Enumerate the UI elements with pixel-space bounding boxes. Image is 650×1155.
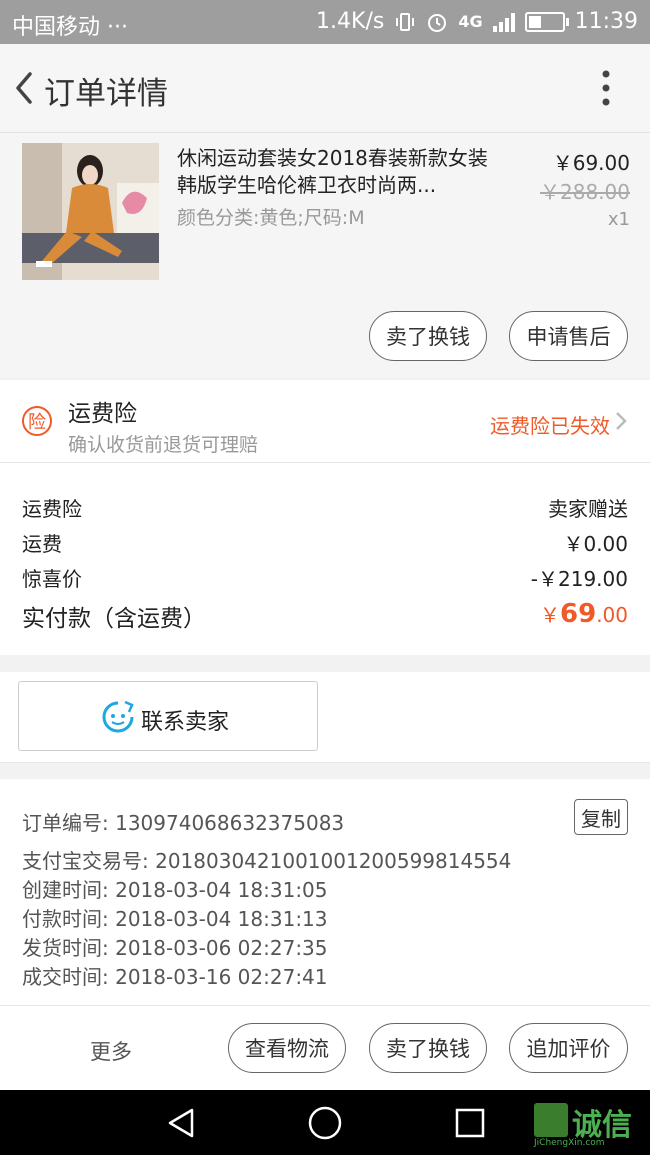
nav-recents-icon[interactable] [453, 1106, 487, 1140]
total-decimal: .00 [596, 603, 628, 627]
insurance-icon: 险 [22, 406, 52, 436]
back-arrow-icon[interactable] [6, 64, 46, 112]
insurance-subtitle: 确认收货前退货可理赔 [68, 434, 259, 456]
chevron-right-icon [616, 412, 627, 430]
product-card[interactable]: 休闲运动套装女2018春装新款女装韩版学生哈伦裤卫衣时尚两... 颜色分类:黄色… [0, 133, 650, 378]
insurance-title: 运费险 [68, 401, 137, 427]
nav-back-icon[interactable] [164, 1106, 198, 1140]
page-title: 订单详情 [44, 76, 168, 112]
fee-label: 运费 [22, 532, 62, 556]
carrier-label: 中国移动 ··· [12, 15, 128, 40]
system-nav-bar: 诚信 JiChengXin.com [0, 1090, 650, 1155]
product-image[interactable] [22, 143, 159, 280]
shipped-time: 发货时间: 2018-03-06 02:27:35 [22, 936, 328, 960]
order-number: 订单编号: 1309740686323750​83 [22, 811, 345, 835]
copy-button[interactable]: 复制 [574, 799, 628, 835]
total-currency: ￥ [540, 603, 560, 627]
contact-section: 联系卖家 [0, 672, 650, 763]
total-amount: ￥69.00 [540, 599, 628, 629]
watermark-logo: 诚信 JiChengXin.com [532, 1100, 650, 1150]
clock-time: 11:39 [574, 9, 638, 34]
contact-seller-button[interactable]: 联系卖家 [18, 681, 318, 751]
total-row: 实付款（含运费） ￥69.00 [22, 599, 628, 632]
contact-seller-label: 联系卖家 [141, 710, 230, 735]
watermark-sub: JiChengXin.com [534, 1138, 605, 1148]
product-name[interactable]: 休闲运动套装女2018春装新款女装韩版学生哈伦裤卫衣时尚两... [177, 145, 507, 199]
status-right: 1.4K/s 4G 11:39 [316, 9, 638, 34]
alipay-trade-number: 支付宝交易号: 2018030421001001200599814554 [22, 849, 512, 873]
view-logistics-button[interactable]: 查看物流 [228, 1023, 346, 1073]
sell-for-cash-button[interactable]: 卖了换钱 [369, 311, 487, 361]
total-label: 实付款（含运费） [22, 606, 206, 632]
fee-summary: 运费险 卖家赠送 运费 ￥0.00 惊喜价 -￥219.00 实付款（含运费） … [0, 463, 650, 655]
sell-for-cash-bottom-button[interactable]: 卖了换钱 [369, 1023, 487, 1073]
fee-value: ￥0.00 [563, 532, 628, 556]
completed-time: 成交时间: 2018-03-16 02:27:41 [22, 965, 328, 989]
alarm-icon [428, 13, 447, 32]
network-type: 4G [458, 12, 483, 31]
more-menu-icon[interactable] [590, 66, 622, 110]
product-sku: 颜色分类:黄色;尺码:M [177, 207, 365, 229]
product-quantity: x1 [607, 209, 630, 230]
product-original-price: ￥288.00 [540, 180, 630, 204]
app-header: 订单详情 [0, 44, 650, 133]
vibrate-icon [396, 12, 415, 31]
add-review-button[interactable]: 追加评价 [509, 1023, 628, 1073]
fee-row: 运费 ￥0.00 [22, 528, 628, 558]
fee-label: 惊喜价 [22, 567, 82, 591]
fee-row: 惊喜价 -￥219.00 [22, 563, 628, 593]
insurance-status[interactable]: 运费险已失效 [490, 410, 610, 439]
total-integer: 69 [560, 599, 597, 629]
network-speed: 1.4K/s [316, 9, 385, 34]
status-bar: 中国移动 ··· 1.4K/s 4G 11:39 [0, 0, 650, 44]
created-time: 创建时间: 2018-03-04 18:31:05 [22, 878, 328, 902]
shipping-insurance-row[interactable]: 险 运费险 确认收货前退货可理赔 运费险已失效 [0, 380, 650, 463]
paid-time: 付款时间: 2018-03-04 18:31:13 [22, 907, 328, 931]
nav-home-icon[interactable] [307, 1105, 343, 1141]
more-button[interactable]: 更多 [90, 1036, 132, 1066]
signal-icon [492, 12, 515, 32]
fee-label: 运费险 [22, 497, 82, 521]
chat-face-icon [102, 700, 134, 733]
product-price: ￥69.00 [552, 151, 630, 175]
order-info: 订单编号: 1309740686323750​83 复制 支付宝交易号: 201… [0, 779, 650, 1006]
bottom-action-bar: 更多 查看物流 卖了换钱 追加评价 [0, 1006, 650, 1090]
fee-row: 运费险 卖家赠送 [22, 493, 628, 523]
fee-value: 卖家赠送 [548, 497, 628, 521]
after-sales-button[interactable]: 申请售后 [509, 311, 628, 361]
fee-value: -￥219.00 [530, 567, 628, 591]
battery-icon [524, 11, 569, 32]
